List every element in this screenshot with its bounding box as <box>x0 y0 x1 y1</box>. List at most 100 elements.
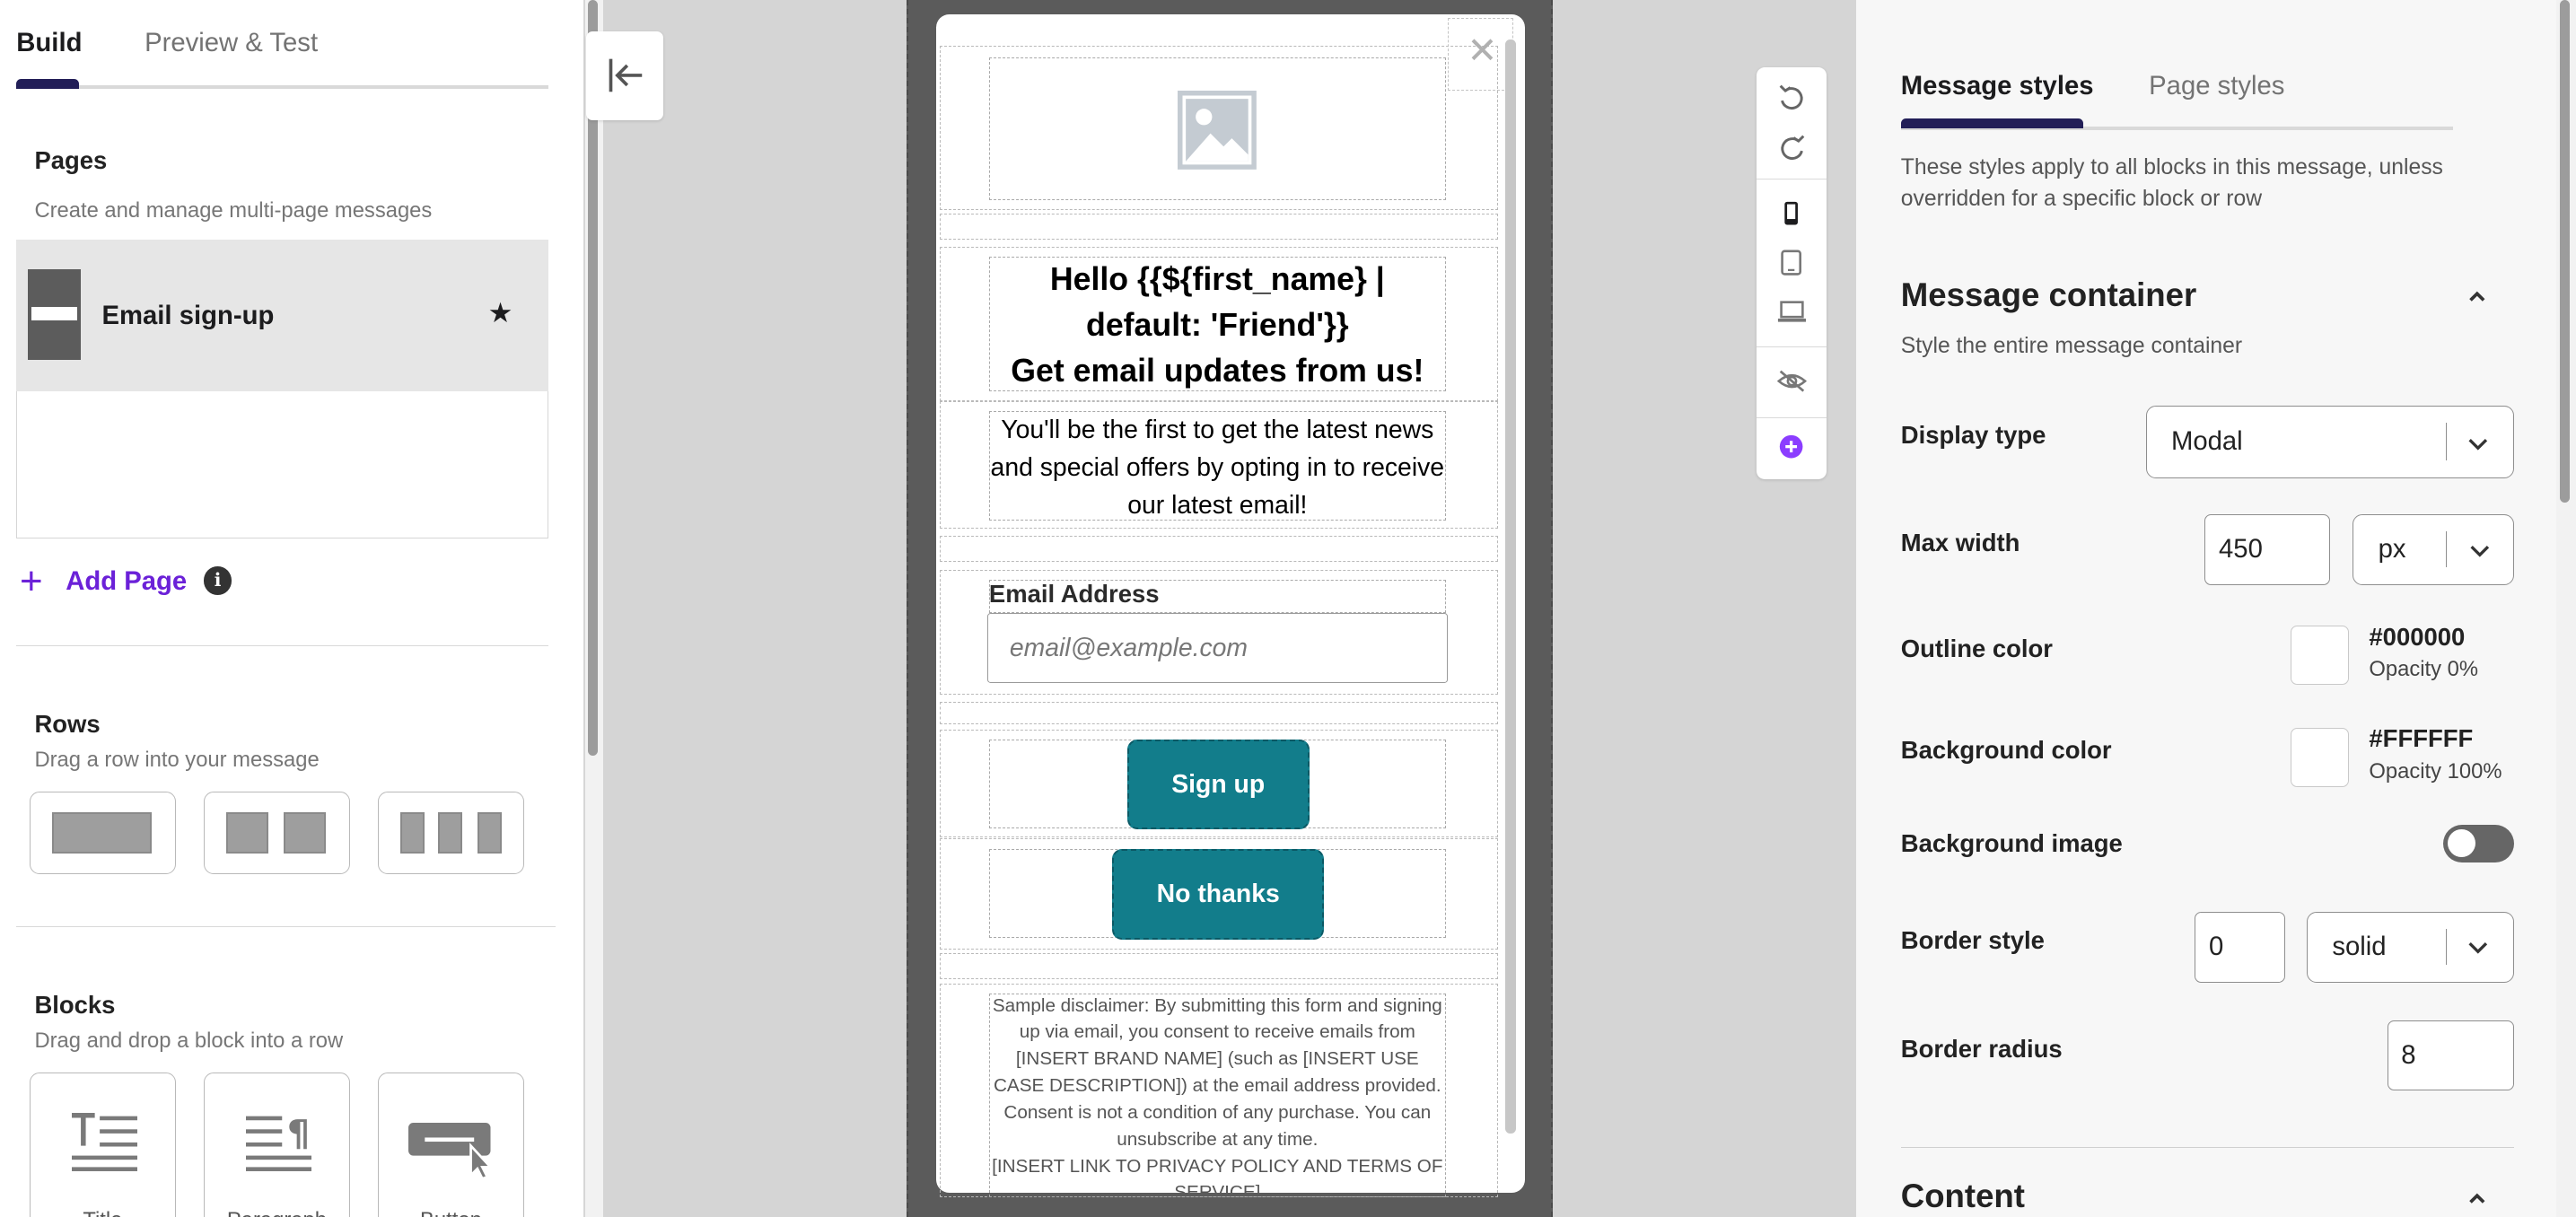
block-title[interactable]: Title <box>29 1073 176 1217</box>
mobile-view-button[interactable] <box>1757 188 1827 238</box>
max-width-input[interactable]: 450 <box>2204 513 2330 585</box>
block-button[interactable]: Button <box>377 1073 524 1217</box>
add-element-button[interactable] <box>1757 422 1827 471</box>
divider <box>16 645 549 647</box>
pages-subtitle: Create and manage multi-page messages <box>34 198 433 223</box>
max-width-unit-value: px <box>2378 534 2406 565</box>
add-page-button[interactable]: + Add Page <box>20 562 187 601</box>
outline-color-label: Outline color <box>1900 634 2053 662</box>
message-body-text[interactable]: You'll be the first to get the latest ne… <box>989 411 1446 524</box>
image-placeholder-icon <box>1178 90 1257 170</box>
background-color-opacity: Opacity 100% <box>2369 758 2502 784</box>
background-color-swatch[interactable] <box>2290 727 2350 787</box>
no-thanks-button[interactable]: No thanks <box>1112 849 1325 940</box>
hide-elements-button[interactable] <box>1757 356 1827 406</box>
plus-icon: + <box>19 558 43 603</box>
chevron-up-icon[interactable] <box>2466 285 2489 309</box>
email-field-label: Email Address <box>988 580 1160 608</box>
desktop-view-button[interactable] <box>1757 287 1827 337</box>
tab-underline <box>16 85 549 89</box>
add-circle-icon <box>1780 435 1803 459</box>
chevron-down-icon <box>2468 942 2488 955</box>
tablet-view-button[interactable] <box>1757 238 1827 287</box>
border-radius-input[interactable]: 8 <box>2387 1020 2514 1091</box>
row-outline[interactable] <box>939 535 1499 562</box>
blocks-title: Blocks <box>34 990 116 1019</box>
active-tab-indicator <box>16 78 79 89</box>
editor-toolbar <box>1756 67 1827 480</box>
redo-icon <box>1780 135 1804 161</box>
star-icon[interactable]: ★ <box>488 299 513 327</box>
active-tab-indicator <box>1900 118 2083 128</box>
pages-title: Pages <box>34 145 108 174</box>
max-width-label: Max width <box>1900 529 2020 557</box>
border-style-select[interactable]: solid <box>2306 911 2514 983</box>
rows-title: Rows <box>34 709 101 738</box>
border-style-value: solid <box>2332 932 2387 962</box>
modal-scrollbar[interactable] <box>1504 39 1517 1134</box>
outline-color-opacity: Opacity 0% <box>2369 657 2479 682</box>
background-color-label: Background color <box>1900 736 2112 765</box>
chevron-down-icon <box>2468 438 2488 451</box>
section-title-content: Content <box>1900 1178 2025 1215</box>
left-panel-scrollbar[interactable] <box>584 0 605 1217</box>
row-one-column[interactable] <box>29 792 176 874</box>
close-icon[interactable]: ✕ <box>1468 32 1498 69</box>
row-two-column[interactable] <box>203 792 350 874</box>
divider <box>1900 1146 2514 1148</box>
svg-text:¶: ¶ <box>286 1114 310 1155</box>
background-color-hex[interactable]: #FFFFFF <box>2369 724 2473 753</box>
right-panel-scrollbar[interactable] <box>2556 0 2576 1217</box>
block-title-label: Title <box>31 1208 175 1217</box>
hide-icon <box>1776 370 1807 392</box>
section-title-message-container: Message container <box>1900 276 2197 313</box>
paragraph-block-icon: ¶ <box>245 1114 311 1172</box>
chevron-down-icon <box>2470 545 2490 557</box>
block-paragraph[interactable]: ¶ Paragraph <box>203 1073 350 1217</box>
row-three-column[interactable] <box>377 792 524 874</box>
display-type-label: Display type <box>1900 420 2046 449</box>
title-block-icon <box>71 1113 137 1172</box>
email-field[interactable]: email@example.com <box>987 612 1448 684</box>
undo-button[interactable] <box>1757 73 1827 122</box>
disclaimer-text[interactable]: Sample disclaimer: By submitting this fo… <box>989 993 1446 1193</box>
redo-button[interactable] <box>1757 123 1827 172</box>
signup-button[interactable]: Sign up <box>1126 739 1310 830</box>
outline-color-hex[interactable]: #000000 <box>2369 623 2465 652</box>
divider <box>16 926 556 928</box>
row-outline[interactable] <box>939 213 1499 241</box>
blocks-subtitle: Drag and drop a block into a row <box>34 1028 344 1053</box>
desktop-icon <box>1777 301 1806 322</box>
info-icon[interactable]: i <box>203 566 232 595</box>
page-thumbnail <box>28 269 81 360</box>
collapse-panel-button[interactable] <box>586 31 664 120</box>
add-page-label: Add Page <box>66 565 188 596</box>
tab-message-styles[interactable]: Message styles <box>1901 71 2094 101</box>
button-block-icon <box>407 1123 494 1179</box>
tab-preview-test[interactable]: Preview & Test <box>145 28 318 58</box>
rows-subtitle: Drag a row into your message <box>34 747 320 772</box>
background-image-label: Background image <box>1900 829 2123 858</box>
block-paragraph-label: Paragraph <box>205 1208 349 1217</box>
background-image-toggle[interactable] <box>2442 824 2514 862</box>
tab-page-styles[interactable]: Page styles <box>2149 71 2284 101</box>
max-width-unit-select[interactable]: px <box>2353 513 2514 585</box>
collapse-left-icon <box>609 58 643 92</box>
tablet-icon <box>1781 250 1802 276</box>
mobile-icon <box>1784 202 1799 225</box>
tab-build[interactable]: Build <box>16 28 82 58</box>
display-type-select[interactable]: Modal <box>2145 406 2514 478</box>
section-subtitle-message-container: Style the entire message container <box>1900 333 2243 358</box>
page-item-email-signup[interactable] <box>16 240 549 391</box>
block-button-label: Button <box>379 1208 523 1217</box>
border-style-label: Border style <box>1900 926 2045 955</box>
page-item-label: Email sign-up <box>101 300 275 330</box>
chevron-up-icon[interactable] <box>2466 1187 2489 1211</box>
border-width-input[interactable]: 0 <box>2195 911 2286 983</box>
outline-color-swatch[interactable] <box>2290 626 2350 686</box>
row-outline[interactable] <box>939 952 1499 979</box>
border-radius-label: Border radius <box>1900 1035 2063 1064</box>
display-type-value: Modal <box>2170 426 2243 457</box>
row-outline[interactable] <box>939 701 1499 725</box>
message-headline[interactable]: Hello {{${first_name} | default: 'Friend… <box>989 257 1446 395</box>
